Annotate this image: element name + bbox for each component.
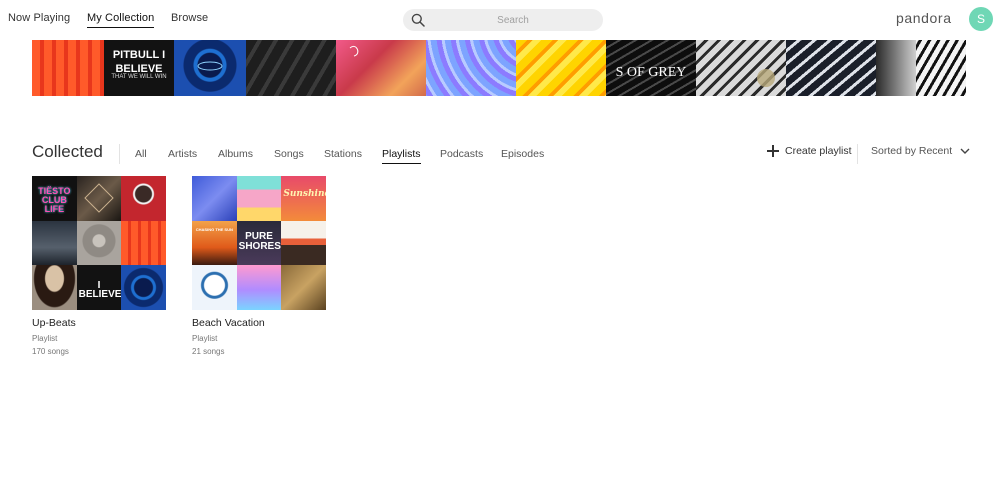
recent-tile[interactable] bbox=[426, 40, 516, 96]
recent-tile[interactable] bbox=[786, 40, 876, 96]
recent-tile[interactable]: PITBULL I BELIEVE THAT WE WILL WIN bbox=[104, 40, 174, 96]
playlist-title[interactable]: Up-Beats bbox=[32, 317, 166, 329]
grey-figure-cover-icon bbox=[76, 220, 122, 266]
sunset-cover-icon: CHASING THE SUN bbox=[192, 220, 237, 266]
band-photo-cover-icon bbox=[281, 265, 326, 310]
divider bbox=[119, 144, 120, 164]
blue-circle-art-icon bbox=[197, 61, 223, 71]
pandora-logo[interactable]: pandora bbox=[896, 10, 952, 26]
playlist-card-up-beats[interactable]: TIËSTO CLUB LIFE I BELIEVE Up-Beats Play… bbox=[32, 176, 166, 356]
nav-now-playing[interactable]: Now Playing bbox=[8, 12, 70, 24]
pink-landscape-cover-icon bbox=[236, 265, 282, 310]
nav-browse[interactable]: Browse bbox=[171, 12, 208, 24]
orange-stripes-art-icon bbox=[32, 40, 104, 96]
search-icon bbox=[411, 13, 425, 27]
playlist-title[interactable]: Beach Vacation bbox=[192, 317, 326, 329]
playlist-type: Playlist bbox=[32, 334, 58, 343]
pastel-boxes-cover-icon bbox=[236, 176, 282, 221]
filter-episodes[interactable]: Episodes bbox=[501, 148, 544, 160]
collected-title: Collected bbox=[32, 142, 103, 161]
playlist-cover-grid[interactable]: Sunshine CHASING THE SUN PURE SHORES bbox=[192, 176, 326, 310]
sunshine-cover-icon: Sunshine bbox=[281, 176, 326, 221]
search-bar[interactable] bbox=[403, 9, 603, 31]
recent-tile[interactable] bbox=[876, 40, 966, 96]
recent-tile[interactable] bbox=[336, 40, 426, 96]
filter-songs[interactable]: Songs bbox=[274, 148, 304, 160]
cover-text: CHASING THE SUN bbox=[195, 226, 233, 232]
illustrated-face-cover-icon bbox=[192, 265, 237, 310]
diamond-cover-icon bbox=[76, 176, 122, 221]
nav-my-collection[interactable]: My Collection bbox=[87, 12, 155, 28]
recent-tile-label: S OF GREY bbox=[615, 65, 687, 80]
chevron-down-icon bbox=[960, 148, 970, 154]
red-portrait-cover-icon bbox=[121, 176, 166, 221]
cover-text: PURE SHORES bbox=[238, 230, 281, 252]
top-navigation-bar: Now Playing My Collection Browse pandora… bbox=[0, 0, 999, 40]
cover-text: I BELIEVE bbox=[78, 280, 122, 301]
plus-icon bbox=[767, 145, 779, 157]
recent-tile[interactable]: S OF GREY bbox=[606, 40, 696, 96]
recent-tile[interactable] bbox=[32, 40, 104, 96]
user-avatar[interactable]: S bbox=[969, 7, 993, 31]
create-playlist-label: Create playlist bbox=[785, 145, 852, 157]
pitbull-cover-icon: I BELIEVE bbox=[76, 265, 122, 310]
bw-stripes-art-icon bbox=[876, 40, 916, 96]
abstract-art-icon bbox=[349, 45, 359, 57]
sia-cover-icon bbox=[32, 265, 77, 310]
sort-label: Sorted by Recent bbox=[871, 145, 953, 157]
cover-text: Sunshine bbox=[283, 189, 326, 199]
create-playlist-button[interactable]: Create playlist bbox=[767, 145, 852, 157]
blue-collage-cover-icon bbox=[192, 176, 237, 221]
playlist-card-beach-vacation[interactable]: Sunshine CHASING THE SUN PURE SHORES Bea… bbox=[192, 176, 326, 356]
grey-face-art-icon bbox=[757, 69, 775, 87]
playlist-song-count: 170 songs bbox=[32, 347, 69, 356]
search-input[interactable] bbox=[433, 9, 593, 31]
filter-all[interactable]: All bbox=[135, 148, 147, 160]
divider bbox=[857, 144, 858, 164]
filter-artists[interactable]: Artists bbox=[168, 148, 197, 160]
cover-text: TIËSTO CLUB LIFE bbox=[38, 186, 71, 214]
playlist-type: Playlist bbox=[192, 334, 218, 343]
pure-shores-cover-icon: PURE SHORES bbox=[236, 220, 282, 266]
recent-tile[interactable] bbox=[516, 40, 606, 96]
filter-podcasts[interactable]: Podcasts bbox=[440, 148, 483, 160]
recent-tile-label: PITBULL I BELIEVE bbox=[112, 49, 166, 75]
tiesto-cover-icon: TIËSTO CLUB LIFE bbox=[32, 176, 77, 221]
sort-dropdown[interactable]: Sorted by Recent bbox=[871, 145, 970, 157]
playlist-song-count: 21 songs bbox=[192, 347, 225, 356]
recent-tile[interactable] bbox=[174, 40, 246, 96]
playlist-cover-grid[interactable]: TIËSTO CLUB LIFE I BELIEVE bbox=[32, 176, 166, 310]
recent-tile[interactable] bbox=[246, 40, 336, 96]
orange-stripes-cover-icon bbox=[121, 220, 166, 266]
blue-circle-cover-icon bbox=[121, 265, 166, 310]
recently-played-strip: PITBULL I BELIEVE THAT WE WILL WIN S OF … bbox=[32, 40, 966, 96]
city-cover-icon bbox=[32, 220, 77, 266]
orange-stripe-cover-icon bbox=[281, 220, 326, 266]
filter-stations[interactable]: Stations bbox=[324, 148, 362, 160]
recent-tile-sub: THAT WE WILL WIN bbox=[111, 74, 167, 80]
recent-tile[interactable] bbox=[696, 40, 786, 96]
filter-playlists[interactable]: Playlists bbox=[382, 148, 421, 164]
filter-albums[interactable]: Albums bbox=[218, 148, 253, 160]
